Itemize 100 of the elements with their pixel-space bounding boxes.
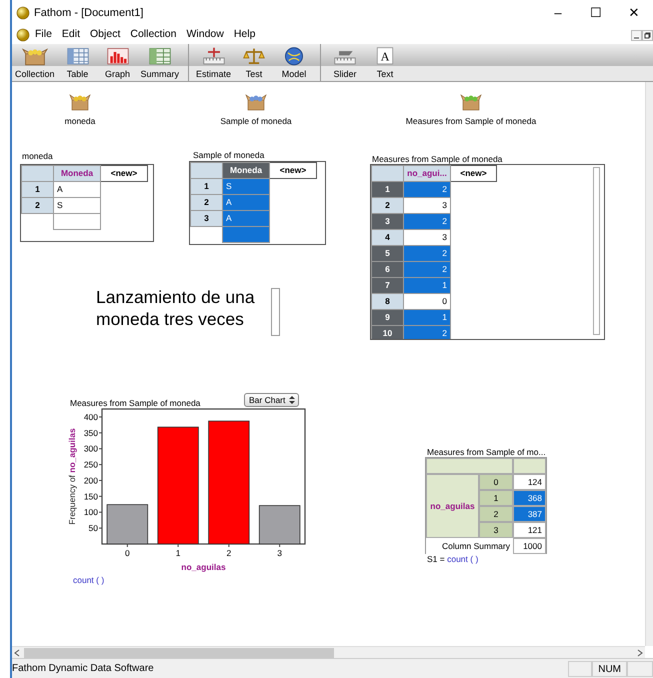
y-tick-label: 150 bbox=[84, 491, 98, 502]
row-number[interactable]: 1 bbox=[190, 178, 222, 194]
row-number[interactable]: 6 bbox=[372, 262, 404, 278]
collection-label: moneda bbox=[64, 115, 96, 128]
column-header[interactable]: Moneda bbox=[54, 166, 100, 182]
row-number[interactable]: 9 bbox=[372, 310, 404, 326]
test-tool-button[interactable]: Test bbox=[234, 44, 274, 81]
x-tick-label: 2 bbox=[226, 548, 232, 558]
row-number[interactable]: 10 bbox=[372, 326, 404, 339]
box-with-balls-icon bbox=[20, 46, 50, 66]
text-input-field[interactable] bbox=[271, 288, 280, 336]
graph-title: Measures from Sample of moneda bbox=[70, 397, 200, 410]
summary-value[interactable]: 124 bbox=[513, 474, 546, 490]
row-number[interactable]: 2 bbox=[372, 198, 404, 214]
table-cell: 2 bbox=[404, 182, 450, 198]
formula[interactable]: count ( ) bbox=[73, 574, 104, 587]
header-cell bbox=[513, 458, 546, 474]
row-number[interactable]: 5 bbox=[372, 246, 404, 262]
row-number[interactable]: 3 bbox=[190, 210, 222, 226]
row-number[interactable]: 3 bbox=[372, 214, 404, 230]
category-label: 2 bbox=[479, 506, 513, 522]
collection-label: Sample of moneda bbox=[220, 115, 292, 128]
column-header[interactable]: no_agui... bbox=[404, 166, 450, 182]
x-tick-label: 3 bbox=[277, 548, 282, 558]
collection-box-icon[interactable] bbox=[245, 93, 267, 111]
bar[interactable] bbox=[106, 504, 148, 544]
row-number[interactable]: 2 bbox=[190, 194, 222, 210]
row-number[interactable]: 4 bbox=[372, 230, 404, 246]
summary-value[interactable]: 368 bbox=[513, 490, 546, 506]
minimize-icon[interactable] bbox=[631, 30, 642, 40]
app-icon bbox=[16, 6, 30, 20]
restore-icon[interactable] bbox=[642, 30, 653, 40]
collection-label: Measures from Sample of moneda bbox=[406, 115, 536, 128]
formula[interactable]: count ( ) bbox=[447, 554, 478, 564]
x-axis-label[interactable]: no_aguilas bbox=[181, 562, 226, 572]
table-cell: A bbox=[222, 194, 270, 210]
category-label: 1 bbox=[479, 490, 513, 506]
table-cell: A bbox=[222, 210, 270, 226]
menu-item[interactable]: Object bbox=[85, 27, 126, 43]
category-label: 3 bbox=[479, 522, 513, 538]
slider-tool-button[interactable]: Slider bbox=[325, 44, 366, 81]
graph-tool-button[interactable]: Graph bbox=[98, 44, 138, 81]
menu-item[interactable]: Window bbox=[181, 27, 229, 43]
bar[interactable] bbox=[208, 420, 250, 544]
menu-item[interactable]: Help bbox=[228, 27, 260, 43]
collection-box-icon[interactable] bbox=[460, 93, 482, 111]
empty-cell bbox=[222, 226, 270, 242]
bar[interactable] bbox=[258, 505, 300, 544]
table-scrollbar[interactable] bbox=[593, 167, 600, 335]
close-button[interactable]: ✕ bbox=[615, 3, 653, 23]
table-title: Measures from Sample of moneda bbox=[372, 153, 502, 166]
new-column-header[interactable]: <new> bbox=[270, 162, 316, 178]
y-tick-label: 100 bbox=[84, 507, 98, 518]
table-tool-button[interactable]: Table bbox=[58, 44, 98, 81]
footer-label: Column Summary bbox=[440, 540, 511, 553]
model-tool-button[interactable]: Model bbox=[274, 44, 314, 81]
table-cell: 1 bbox=[404, 278, 450, 294]
table-cell: 2 bbox=[404, 214, 450, 230]
vertical-scrollbar[interactable] bbox=[645, 82, 653, 646]
column-header[interactable]: Moneda bbox=[222, 162, 270, 178]
menu-item[interactable]: File bbox=[30, 27, 57, 43]
summary-value[interactable]: 121 bbox=[513, 522, 546, 538]
summary-tool-button[interactable]: Summary bbox=[138, 44, 182, 81]
minimize-button[interactable]: – bbox=[539, 3, 577, 23]
y-tick-label: 300 bbox=[84, 444, 98, 454]
collection-tool-button[interactable]: Collection bbox=[12, 44, 58, 81]
table-cell: 2 bbox=[404, 326, 450, 339]
table-cell: A bbox=[54, 182, 100, 198]
row-number[interactable]: 1 bbox=[372, 182, 404, 198]
x-tick-label: 0 bbox=[125, 548, 130, 558]
row-number[interactable]: 1 bbox=[22, 182, 54, 198]
row-number[interactable]: 2 bbox=[22, 198, 54, 214]
status-indicator: NUM bbox=[592, 660, 627, 676]
collection-box-icon[interactable] bbox=[69, 93, 91, 111]
text-tool-button[interactable]: A Text bbox=[365, 44, 406, 81]
table-cell: 2 bbox=[404, 246, 450, 262]
category-label: 0 bbox=[479, 474, 513, 490]
table-cell: 2 bbox=[404, 262, 450, 278]
new-column-header[interactable]: <new> bbox=[450, 166, 496, 182]
status-text: Fathom Dynamic Data Software bbox=[12, 662, 155, 676]
graph-type-dropdown[interactable]: Bar Chart bbox=[244, 393, 300, 407]
summary-value[interactable]: 387 bbox=[513, 506, 546, 522]
table-title: moneda bbox=[22, 150, 53, 163]
empty-cell bbox=[54, 214, 100, 230]
row-number[interactable]: 8 bbox=[372, 294, 404, 310]
bar[interactable] bbox=[157, 426, 199, 544]
y-tick-label: 400 bbox=[84, 412, 98, 422]
window-title: Fathom - [Document1] bbox=[34, 6, 144, 21]
menu-item[interactable]: Collection bbox=[125, 27, 182, 43]
y-axis-label[interactable]: Frequency of no_aguilas bbox=[67, 428, 77, 525]
estimate-tool-button[interactable]: Estimate bbox=[193, 44, 234, 81]
table-title: Sample of moneda bbox=[193, 149, 264, 162]
footer-value: 1000 bbox=[513, 538, 546, 554]
menu-item[interactable]: Edit bbox=[56, 27, 86, 43]
horizontal-scrollbar[interactable] bbox=[12, 646, 645, 658]
text-object: Lanzamiento de una moneda tres veces bbox=[96, 286, 256, 330]
row-attribute[interactable]: no_aguilas bbox=[426, 474, 479, 538]
row-number[interactable]: 7 bbox=[372, 278, 404, 294]
maximize-button[interactable]: ☐ bbox=[577, 3, 615, 23]
new-column-header[interactable]: <new> bbox=[100, 166, 148, 182]
